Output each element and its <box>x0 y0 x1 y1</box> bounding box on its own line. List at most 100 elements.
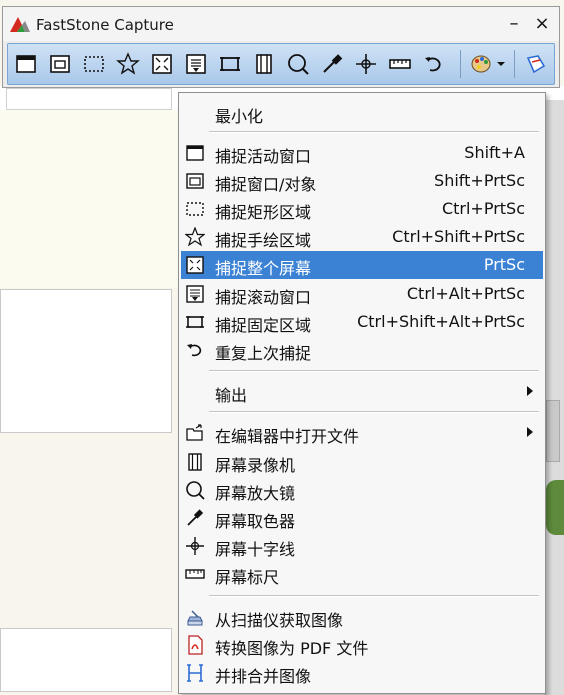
menu-item-label: 在编辑器中打开文件 <box>215 427 360 446</box>
minimize-button[interactable]: – <box>503 13 525 35</box>
scrolling-window-icon <box>185 284 205 304</box>
menu-separator <box>209 131 539 133</box>
fixed-region-icon <box>185 312 205 332</box>
close-button[interactable]: × <box>531 13 553 35</box>
scanner-icon <box>185 607 205 627</box>
menu-item-label: 并排合并图像 <box>215 667 312 686</box>
menu-item-screen-crosshair[interactable]: 屏幕十字线 <box>181 532 543 560</box>
background-panel <box>0 110 178 288</box>
capture-toolbar <box>7 43 555 85</box>
menu-item-shortcut: Ctrl+Shift+Alt+PrtSc <box>357 312 525 331</box>
menu-item-label: 捕捉手绘区域 <box>215 231 312 250</box>
magnifier-icon <box>185 480 205 500</box>
menu-item-label: 从扫描仪获取图像 <box>215 611 344 630</box>
menu-item-label: 捕捉固定区域 <box>215 316 312 335</box>
fixed-region-icon[interactable] <box>218 52 242 76</box>
menu-item-label: 屏幕十字线 <box>215 540 296 559</box>
menu-item-label: 屏幕录像机 <box>215 456 296 475</box>
crosshair-icon[interactable] <box>354 52 378 76</box>
background-image-fragment <box>546 480 564 535</box>
menu-item-label: 捕捉窗口/对象 <box>215 175 317 194</box>
freehand-region-icon <box>184 226 206 247</box>
screen-recorder-icon <box>185 452 205 472</box>
faststone-capture-window: FastStone Capture – × <box>2 6 560 88</box>
full-screen-icon[interactable] <box>150 52 174 76</box>
ruler-icon[interactable] <box>388 52 412 76</box>
faststone-logo-icon <box>10 17 30 32</box>
window-icon[interactable] <box>14 52 38 76</box>
menu-item-acquire-from-scanner[interactable]: 从扫描仪获取图像 <box>181 603 543 631</box>
menu-separator <box>209 370 539 372</box>
menu-separator <box>209 595 539 597</box>
menu-item-convert-to-pdf[interactable]: 转换图像为 PDF 文件 <box>181 631 543 659</box>
screen-recorder-icon[interactable] <box>252 52 276 76</box>
toolbar-separator <box>514 50 515 78</box>
menu-item-label: 屏幕放大镜 <box>215 484 296 503</box>
rectangle-region-icon <box>185 199 205 219</box>
pdf-file-icon <box>185 635 205 655</box>
menu-item-label: 捕捉活动窗口 <box>215 147 312 166</box>
menu-item-label: 捕捉整个屏幕 <box>215 259 312 278</box>
ruler-icon <box>185 564 205 584</box>
menu-item-label: 输出 <box>215 386 248 405</box>
window-icon <box>185 143 205 163</box>
magnifier-icon[interactable] <box>286 52 310 76</box>
menu-item-label: 捕捉滚动窗口 <box>215 288 312 307</box>
menu-item-shortcut: Ctrl+PrtSc <box>441 199 525 218</box>
title-bar[interactable]: FastStone Capture – × <box>3 7 559 41</box>
background-input-box <box>6 88 172 110</box>
menu-item-label: 最小化 <box>215 107 264 126</box>
freehand-region-icon[interactable] <box>116 52 140 76</box>
menu-item-capture-fixed-region[interactable]: 捕捉固定区域 Ctrl+Shift+Alt+PrtSc <box>181 308 543 336</box>
settings-icon[interactable] <box>524 52 548 76</box>
menu-item-shortcut: Shift+A <box>464 143 525 162</box>
submenu-arrow-icon <box>527 386 533 396</box>
menu-item-screen-recorder[interactable]: 屏幕录像机 <box>181 448 543 476</box>
open-folder-icon <box>185 423 205 443</box>
repeat-capture-icon[interactable] <box>422 52 446 76</box>
full-screen-icon <box>185 255 205 275</box>
menu-item-minimize[interactable]: 最小化 <box>181 99 543 127</box>
chevron-down-icon[interactable] <box>494 52 508 76</box>
menu-item-combine-images[interactable]: 并排合并图像 <box>181 659 543 687</box>
menu-item-repeat-last-capture[interactable]: 重复上次捕捉 <box>181 336 543 364</box>
crosshair-icon <box>185 536 205 556</box>
background-box <box>0 628 172 692</box>
window-title: FastStone Capture <box>36 16 174 34</box>
scrolling-window-icon[interactable] <box>184 52 208 76</box>
menu-item-capture-full-screen[interactable]: 捕捉整个屏幕 PrtSc <box>181 251 543 279</box>
menu-item-screen-color-picker[interactable]: 屏幕取色器 <box>181 504 543 532</box>
menu-item-capture-freehand-region[interactable]: 捕捉手绘区域 Ctrl+Shift+PrtSc <box>181 223 543 251</box>
menu-item-screen-ruler[interactable]: 屏幕标尺 <box>181 560 543 588</box>
background-box <box>0 289 172 433</box>
menu-item-label: 屏幕取色器 <box>215 512 296 531</box>
color-picker-icon[interactable] <box>320 52 344 76</box>
background-right-edge <box>544 100 564 695</box>
palette-icon[interactable] <box>470 52 494 76</box>
menu-item-shortcut: Ctrl+Shift+PrtSc <box>392 227 525 246</box>
menu-item-capture-rect-region[interactable]: 捕捉矩形区域 Ctrl+PrtSc <box>181 195 543 223</box>
menu-item-label: 转换图像为 PDF 文件 <box>215 639 369 658</box>
color-picker-icon <box>185 508 205 528</box>
context-menu: 最小化 捕捉活动窗口 Shift+A 捕捉窗口/对象 Shift+PrtSc 捕… <box>178 92 546 694</box>
window-object-icon <box>185 171 205 191</box>
toolbar-separator <box>460 50 461 78</box>
menu-item-label: 屏幕标尺 <box>215 568 280 587</box>
menu-separator <box>209 411 539 413</box>
menu-item-label: 捕捉矩形区域 <box>215 203 312 222</box>
menu-item-output[interactable]: 输出 <box>181 378 543 406</box>
rectangle-region-icon[interactable] <box>82 52 106 76</box>
menu-item-open-in-editor[interactable]: 在编辑器中打开文件 <box>181 419 543 447</box>
menu-item-label: 重复上次捕捉 <box>215 344 312 363</box>
menu-item-screen-magnifier[interactable]: 屏幕放大镜 <box>181 476 543 504</box>
menu-item-shortcut: Shift+PrtSc <box>434 171 525 190</box>
window-object-icon[interactable] <box>48 52 72 76</box>
background-scrollbar <box>546 400 560 462</box>
menu-item-capture-window-object[interactable]: 捕捉窗口/对象 Shift+PrtSc <box>181 167 543 195</box>
menu-item-capture-scrolling-window[interactable]: 捕捉滚动窗口 Ctrl+Alt+PrtSc <box>181 280 543 308</box>
menu-item-shortcut: PrtSc <box>483 255 525 274</box>
menu-item-capture-active-window[interactable]: 捕捉活动窗口 Shift+A <box>181 139 543 167</box>
submenu-arrow-icon <box>527 427 533 437</box>
menu-item-shortcut: Ctrl+Alt+PrtSc <box>406 284 525 303</box>
combine-images-icon <box>185 663 205 683</box>
